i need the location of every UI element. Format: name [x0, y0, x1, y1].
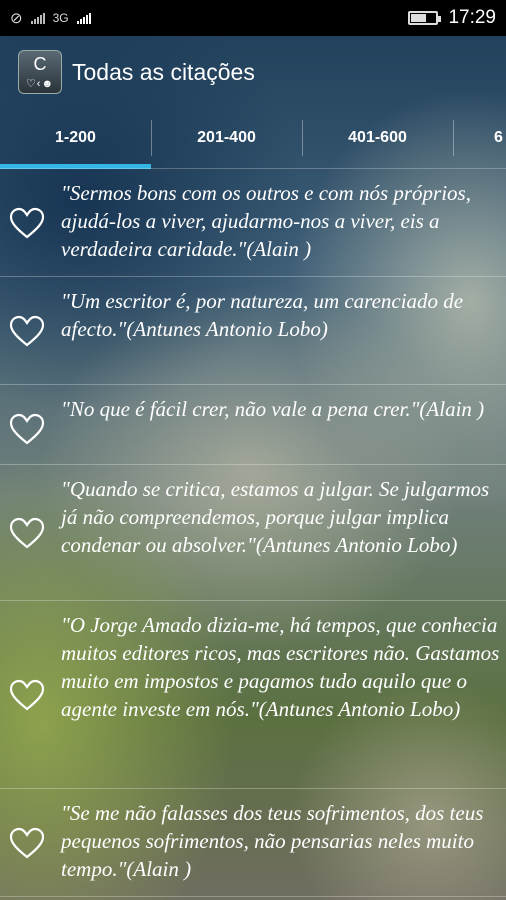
- page-title: Todas as citações: [72, 58, 255, 85]
- battery-icon: [408, 11, 442, 25]
- network-type: 3G: [52, 11, 69, 25]
- heart-outline-icon[interactable]: [9, 207, 45, 239]
- heart-outline-icon[interactable]: [9, 679, 45, 711]
- quote-text: "No que é fácil crer, não vale a pena cr…: [61, 397, 485, 421]
- quote-text: "Um escritor é, por natureza, um carenci…: [61, 289, 464, 341]
- tab-1-200[interactable]: 1-200: [0, 108, 151, 168]
- list-item[interactable]: "Sermos bons com os outros e com nós pró…: [0, 169, 506, 277]
- tab-401-600[interactable]: 401-600: [302, 108, 453, 168]
- quote-list: "Sermos bons com os outros e com nós pró…: [0, 169, 506, 897]
- tab-bar: 1-200 201-400 401-600 6: [0, 108, 506, 169]
- clock: 17:29: [448, 7, 496, 28]
- list-item[interactable]: "O Jorge Amado dizia-me, há tempos, que …: [0, 601, 506, 789]
- status-right: 17:29: [408, 7, 496, 29]
- list-item[interactable]: "No que é fácil crer, não vale a pena cr…: [0, 385, 506, 465]
- list-item[interactable]: "Um escritor é, por natureza, um carenci…: [0, 277, 506, 385]
- heart-outline-icon[interactable]: [9, 413, 45, 445]
- quote-text: "Quando se critica, estamos a julgar. Se…: [61, 477, 490, 557]
- heart-outline-icon[interactable]: [9, 517, 45, 549]
- heart-outline-icon[interactable]: [9, 315, 45, 347]
- signal-icon-2: [76, 12, 91, 24]
- list-item[interactable]: "Quando se critica, estamos a julgar. Se…: [0, 465, 506, 601]
- share-icon: ♡‹☻: [25, 78, 55, 90]
- status-left: ⊘ 3G: [10, 9, 91, 27]
- app-logo-letter: C: [33, 54, 47, 74]
- quote-text: "Sermos bons com os outros e com nós pró…: [61, 181, 471, 261]
- tab-601-800[interactable]: 6: [453, 108, 506, 168]
- signal-icon: [30, 12, 45, 24]
- no-sim-icon: ⊘: [10, 10, 23, 27]
- quote-text: "O Jorge Amado dizia-me, há tempos, que …: [61, 613, 500, 721]
- status-bar: ⊘ 3G 17:29: [0, 0, 506, 36]
- app-logo-icon[interactable]: C ♡‹☻: [18, 50, 62, 94]
- tab-201-400[interactable]: 201-400: [151, 108, 302, 168]
- quote-text: "Se me não falasses dos teus sofrimentos…: [61, 801, 484, 881]
- app-bar: C ♡‹☻ Todas as citações: [0, 36, 506, 108]
- heart-outline-icon[interactable]: [9, 827, 45, 859]
- list-item[interactable]: "Se me não falasses dos teus sofrimentos…: [0, 789, 506, 897]
